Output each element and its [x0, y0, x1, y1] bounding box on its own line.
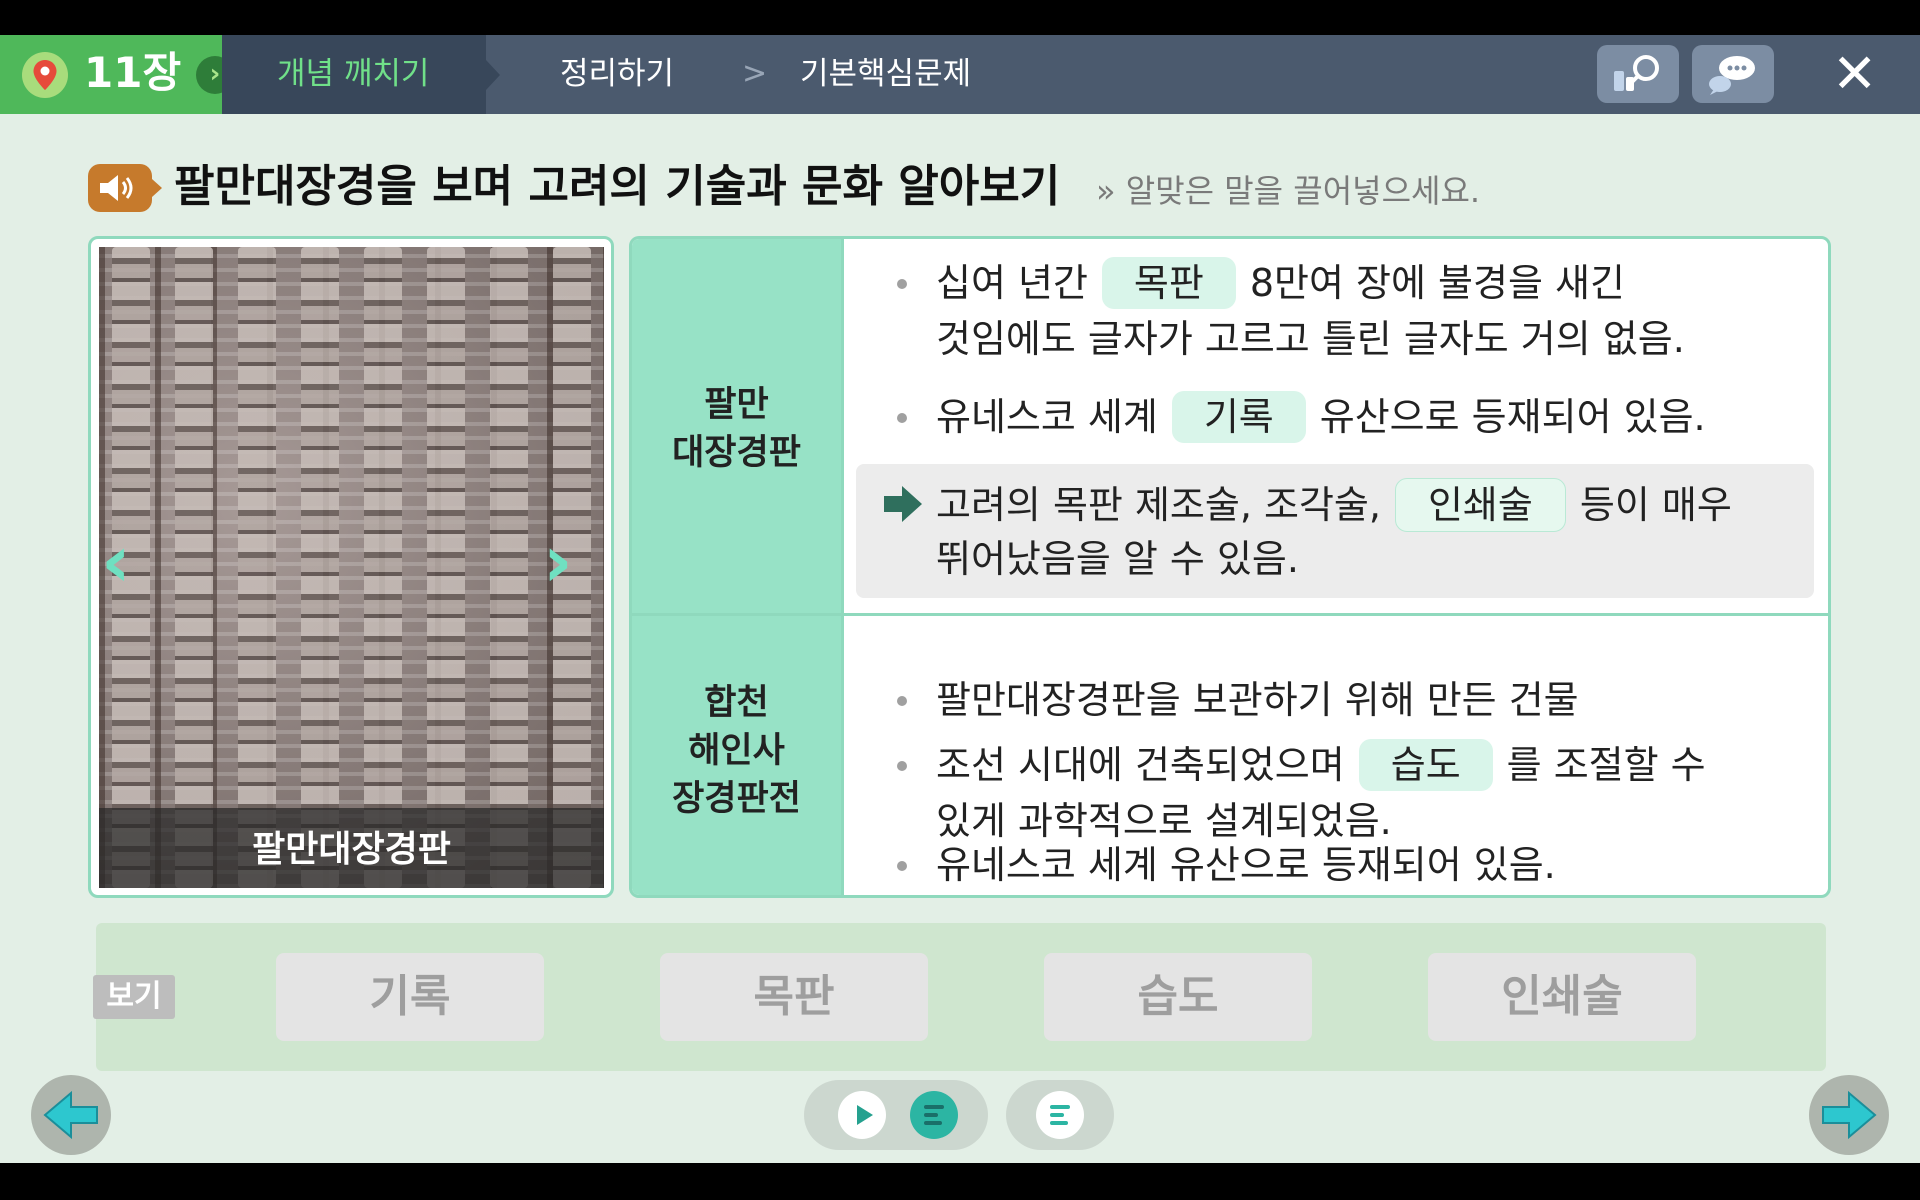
bullet-icon — [897, 696, 907, 706]
text-segment: 등이 매우 — [1579, 483, 1732, 527]
previous-page-button[interactable] — [31, 1075, 111, 1155]
arrow-right-icon — [1822, 1090, 1877, 1140]
row2-bullet1: 팔만대장경판을 보관하기 위해 만든 건물 — [936, 678, 1579, 722]
image-caption: 팔만대장경판 — [252, 829, 451, 870]
option-card[interactable]: 습도 — [1044, 953, 1312, 1041]
conclusion-line1: 고려의 목판 제조술, 조각술, 인쇄술 등이 매우 — [936, 478, 1732, 532]
row2-bullet3: 유네스코 세계 유산으로 등재되어 있음. — [936, 843, 1556, 887]
row1-bullet2: 유네스코 세계 기록 유산으로 등재되어 있음. — [936, 391, 1706, 443]
chapter-label: 11장 — [84, 48, 182, 97]
option-card[interactable]: 인쇄술 — [1428, 953, 1696, 1041]
previous-image-icon[interactable]: ‹ — [101, 525, 131, 597]
text-segment: 를 조절할 수 — [1506, 743, 1706, 787]
options-box: 보기 기록 목판 습도 인쇄술 — [93, 923, 1826, 1071]
row-header-janggyeongpanjeon: 합천 해인사 장경판전 — [632, 679, 841, 823]
woodblock-texture — [99, 247, 604, 888]
text-segment: 8만여 장에 불경을 새긴 — [1249, 261, 1625, 305]
row-header-line: 해인사 — [688, 731, 785, 771]
row2-bullet2-line1: 조선 시대에 건축되었으며 습도 를 조절할 수 — [936, 739, 1706, 791]
option-card[interactable]: 목판 — [660, 953, 928, 1041]
answer-slot-girok[interactable]: 기록 — [1171, 391, 1306, 443]
woodblock-photo: 팔만대장경판 — [99, 247, 604, 888]
answer-slot-printing[interactable]: 인쇄술 — [1394, 478, 1566, 532]
text-segment: 고려의 목판 제조술, 조각술, — [936, 483, 1381, 527]
next-page-button[interactable] — [1809, 1075, 1889, 1155]
close-icon[interactable]: ✕ — [1832, 47, 1877, 101]
row-header-line: 팔만 — [704, 385, 769, 425]
info-table: 팔만 대장경판 합천 해인사 장경판전 십여 년간 목판 8만여 장에 불경을 새긴… — [629, 236, 1831, 898]
tab-concept[interactable]: 개념 깨치기 — [222, 35, 500, 114]
app-screen: 11장 › 개념 깨치기 정리하기 > 기본핵심문제 ✕ 팔만대장경을 보며 고… — [0, 35, 1920, 1163]
speaker-button[interactable] — [88, 164, 162, 212]
media-controls — [804, 1080, 988, 1150]
location-pin-icon — [22, 52, 68, 98]
chat-bubble-icon — [1709, 56, 1755, 95]
option-card[interactable]: 기록 — [276, 953, 544, 1041]
bullet-icon — [897, 861, 907, 871]
text-list-icon[interactable] — [1036, 1091, 1084, 1139]
row-divider — [632, 613, 1828, 616]
chapter-badge[interactable]: 11장 › — [0, 35, 234, 114]
top-navigation-bar: 11장 › 개념 깨치기 정리하기 > 기본핵심문제 ✕ — [0, 35, 1920, 114]
image-panel: 팔만대장경판 ‹ › — [88, 236, 614, 898]
bullet-icon — [897, 279, 907, 289]
page-title: 팔만대장경을 보며 고려의 기술과 문화 알아보기 — [174, 161, 1061, 212]
answer-slot-mokpan[interactable]: 목판 — [1101, 257, 1236, 309]
bullet-icon — [897, 761, 907, 771]
answer-slot-humidity[interactable]: 습도 — [1358, 739, 1493, 791]
options-tag: 보기 — [93, 975, 175, 1019]
book-search-icon — [1614, 55, 1659, 91]
text-controls — [1006, 1080, 1114, 1150]
row-header-line: 장경판전 — [672, 779, 801, 819]
play-icon[interactable] — [838, 1091, 886, 1139]
bullet-icon — [897, 413, 907, 423]
breadcrumb-separator: > — [742, 56, 768, 91]
text-segment: 유산으로 등재되어 있음. — [1319, 395, 1706, 439]
row1-bullet1-line2: 것임에도 글자가 고르고 틀린 글자도 거의 없음. — [936, 317, 1685, 361]
search-button[interactable] — [1597, 45, 1679, 103]
text-segment: 십여 년간 — [936, 261, 1088, 305]
row-header-line: 합천 — [704, 683, 769, 723]
row1-bullet1-line1: 십여 년간 목판 8만여 장에 불경을 새긴 — [936, 257, 1625, 309]
text-segment: 유네스코 세계 — [936, 395, 1158, 439]
arrow-left-icon — [43, 1090, 98, 1140]
speaker-icon — [100, 175, 133, 201]
script-icon[interactable] — [910, 1091, 958, 1139]
chat-button[interactable] — [1692, 45, 1774, 103]
tab-summary[interactable]: 정리하기 — [560, 55, 674, 93]
row-header-tripitaka: 팔만 대장경판 — [632, 381, 841, 477]
tab-concept-label: 개념 깨치기 — [277, 56, 430, 92]
text-segment: 조선 시대에 건축되었으며 — [936, 743, 1345, 787]
tab-core-problems[interactable]: 기본핵심문제 — [800, 55, 971, 93]
conclusion-line2: 뛰어났음을 알 수 있음. — [936, 537, 1299, 581]
row-header-line: 대장경판 — [672, 433, 801, 473]
arrow-right-icon — [884, 486, 922, 522]
instruction-text: » 알맞은 말을 끌어넣으세요. — [1096, 172, 1481, 210]
next-image-icon[interactable]: › — [543, 525, 573, 597]
